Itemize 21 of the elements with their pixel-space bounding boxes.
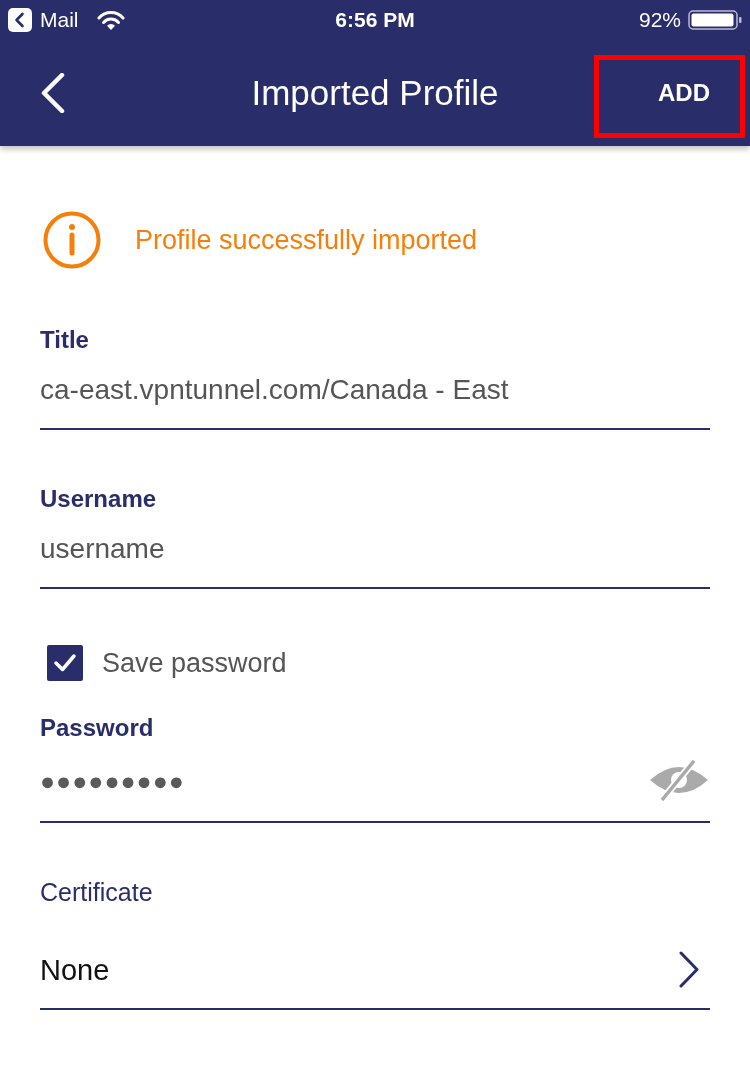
back-chevron-icon: [40, 73, 66, 113]
success-message: Profile successfully imported: [135, 224, 478, 256]
chevron-right-icon: [678, 951, 700, 988]
certificate-selector[interactable]: None: [40, 915, 710, 1010]
field-label: Password: [40, 713, 155, 743]
page-title: Imported Profile: [251, 72, 499, 114]
checkbox-label: Save password: [102, 647, 287, 679]
field-label: Title: [40, 325, 90, 355]
battery-percentage: 92%: [638, 8, 681, 32]
field-label: Certificate: [40, 877, 154, 907]
field-label: Username: [40, 484, 158, 514]
text-field[interactable]: username: [40, 521, 710, 589]
wifi-icon: [96, 9, 125, 31]
text-field[interactable]: ca-east.vpntunnel.com/Canada - East: [40, 362, 710, 430]
save-password-checkbox[interactable]: [47, 645, 83, 681]
back-to-app-button[interactable]: Mail: [8, 8, 79, 32]
add-button[interactable]: ADD: [608, 60, 738, 126]
status-time: 6:56 PM: [335, 8, 415, 32]
info-icon: [43, 211, 101, 269]
password-field[interactable]: ●●●●●●●●●: [40, 750, 710, 823]
battery-icon: [688, 10, 742, 30]
